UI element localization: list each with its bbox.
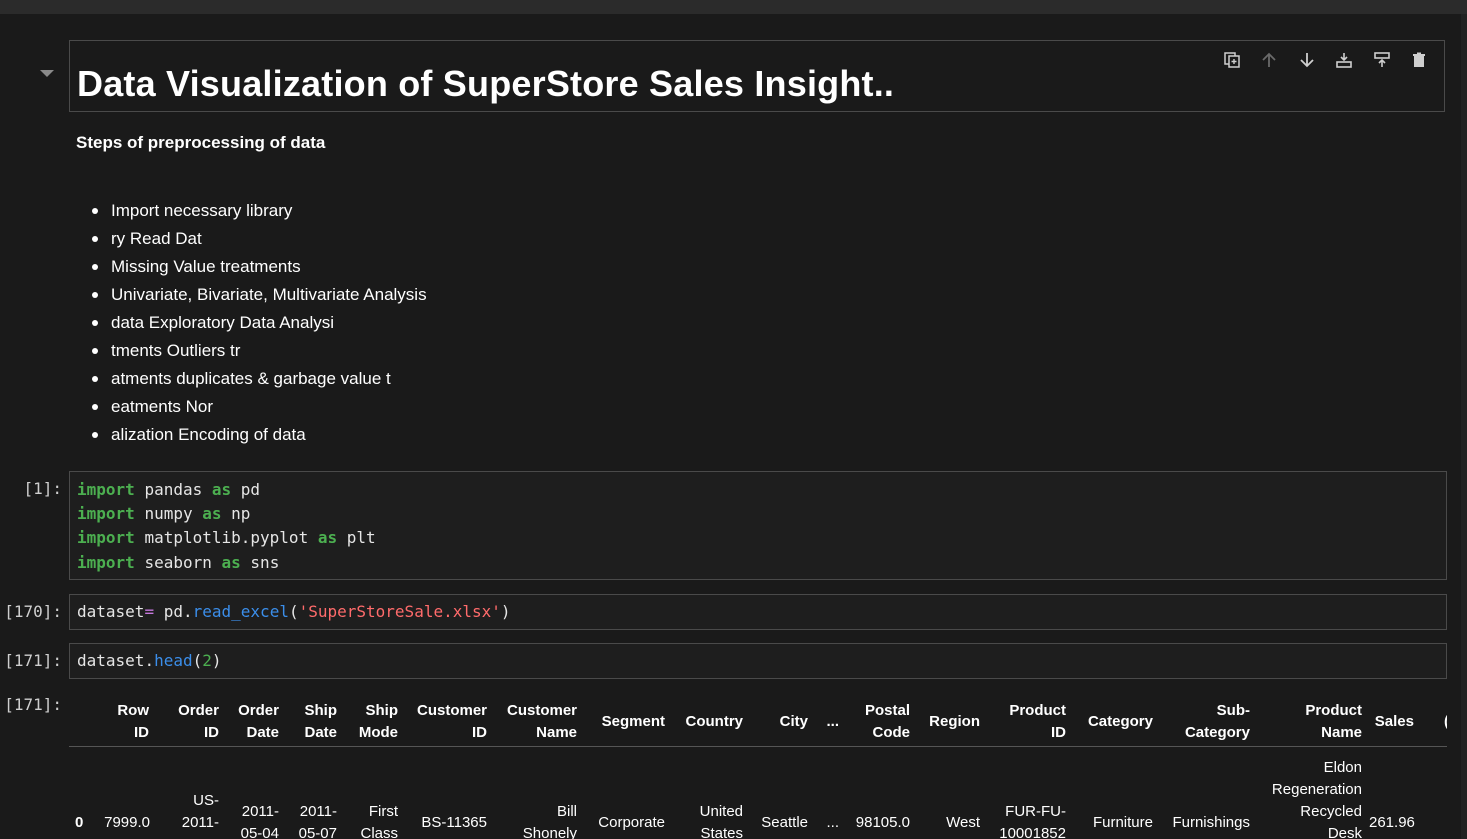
duplicate-icon[interactable] (1213, 49, 1251, 71)
column-header: Product Name (1305, 702, 1362, 741)
table-cell: First Class (360, 803, 398, 839)
list-item: atments duplicates & garbage value t (76, 368, 427, 396)
code-cell-head[interactable]: dataset.head(2) (69, 643, 1447, 679)
code-line: import pandas as pd (77, 480, 261, 499)
column-header: ( (1429, 711, 1447, 733)
table-cell: Furniture (1092, 814, 1153, 831)
execution-count: [171]: (4, 651, 62, 670)
top-bar (0, 0, 1467, 14)
dataframe-output: Row ID Order ID Order Date Ship Date Ship Mod… (69, 694, 1447, 839)
cell-toolbar (1213, 49, 1438, 71)
code-cell-read-excel[interactable]: dataset= pd.read_excel('SuperStoreSale.x… (69, 594, 1447, 630)
steps-list: Import necessary library ry Read Dat Mis… (76, 200, 427, 452)
column-header: Row ID (117, 702, 149, 741)
column-header: Region (929, 713, 980, 730)
column-header: Segment (601, 713, 665, 730)
markdown-cell-body[interactable]: Steps of preprocessing of data Import ne… (76, 130, 1376, 444)
insert-below-icon[interactable] (1363, 49, 1401, 71)
list-item: eatments Nor (76, 396, 427, 424)
column-header: Postal Code (864, 702, 910, 741)
output-execution-count: [171]: (4, 695, 62, 714)
column-header: Order ID (178, 702, 219, 741)
code-line: dataset.head(2) (77, 651, 222, 670)
column-header: Order Date (238, 702, 279, 741)
list-item: ry Read Dat (76, 228, 427, 256)
table-cell: 7999.0 (104, 814, 150, 831)
column-header: Ship Mode (358, 702, 398, 741)
table-cell: FUR-FU- 10001852 (999, 803, 1066, 839)
delete-icon[interactable] (1401, 49, 1439, 71)
move-down-icon[interactable] (1288, 49, 1326, 71)
column-header: Product ID (1009, 702, 1066, 741)
list-item: data Exploratory Data Analysi (76, 312, 427, 340)
code-line: import matplotlib.pyplot as plt (77, 528, 376, 547)
code-cell-imports[interactable]: import pandas as pd import numpy as np i… (69, 471, 1447, 580)
column-header: Sales (1374, 713, 1414, 730)
column-header: Ship Date (304, 702, 337, 741)
table-cell: Corporate (598, 814, 665, 831)
list-item: tments Outliers tr (76, 340, 427, 368)
execution-count: [170]: (4, 602, 62, 621)
list-item: Import necessary library (76, 200, 427, 228)
table-cell: Furnishings (1172, 814, 1250, 831)
table-cell: US- 2011- (181, 792, 219, 831)
column-header: Sub- Category (1184, 702, 1250, 741)
code-line: import seaborn as sns (77, 553, 280, 572)
steps-subtitle: Steps of preprocessing of data (76, 133, 326, 152)
collapse-cell-icon[interactable] (40, 70, 54, 77)
table-cell: BS-11365 (421, 814, 487, 831)
table-cell: Seattle (761, 814, 808, 831)
list-item: Univariate, Bivariate, Multivariate Anal… (76, 284, 427, 312)
table-cell: 98105.0 (855, 814, 910, 831)
code-line: dataset= pd.read_excel('SuperStoreSale.x… (77, 602, 511, 621)
list-item: alization Encoding of data (76, 424, 427, 452)
table-cell: United States (699, 803, 743, 839)
column-header: ... (826, 713, 839, 730)
move-up-icon[interactable] (1251, 49, 1289, 71)
table-cell: Bill Shonely (522, 803, 577, 839)
notebook-title: Data Visualization of SuperStore Sales I… (77, 63, 895, 104)
column-header: City (779, 713, 808, 730)
column-header: Customer ID (416, 702, 487, 741)
column-header: Category (1087, 713, 1153, 730)
column-header: Country (685, 713, 744, 730)
code-line: import numpy as np (77, 504, 251, 523)
table-cell: 261.96 (1369, 814, 1415, 831)
row-index: 0 (75, 814, 84, 831)
column-header: Customer Name (506, 702, 577, 741)
table-cell: ... (826, 814, 839, 831)
table-cell: 2011- 05-07 (298, 803, 337, 839)
list-item: Missing Value treatments (76, 256, 427, 284)
execution-count: [1]: (23, 479, 62, 498)
table-cell: Eldon Regeneration Recycled Desk (1271, 759, 1362, 839)
markdown-cell-heading[interactable]: Data Visualization of SuperStore Sales I… (69, 40, 1445, 112)
header-divider (69, 746, 1447, 747)
table-cell: West (946, 814, 980, 831)
insert-above-icon[interactable] (1326, 49, 1364, 71)
table-cell: 2011- 05-04 (240, 803, 279, 839)
scrollbar[interactable] (1461, 14, 1467, 839)
